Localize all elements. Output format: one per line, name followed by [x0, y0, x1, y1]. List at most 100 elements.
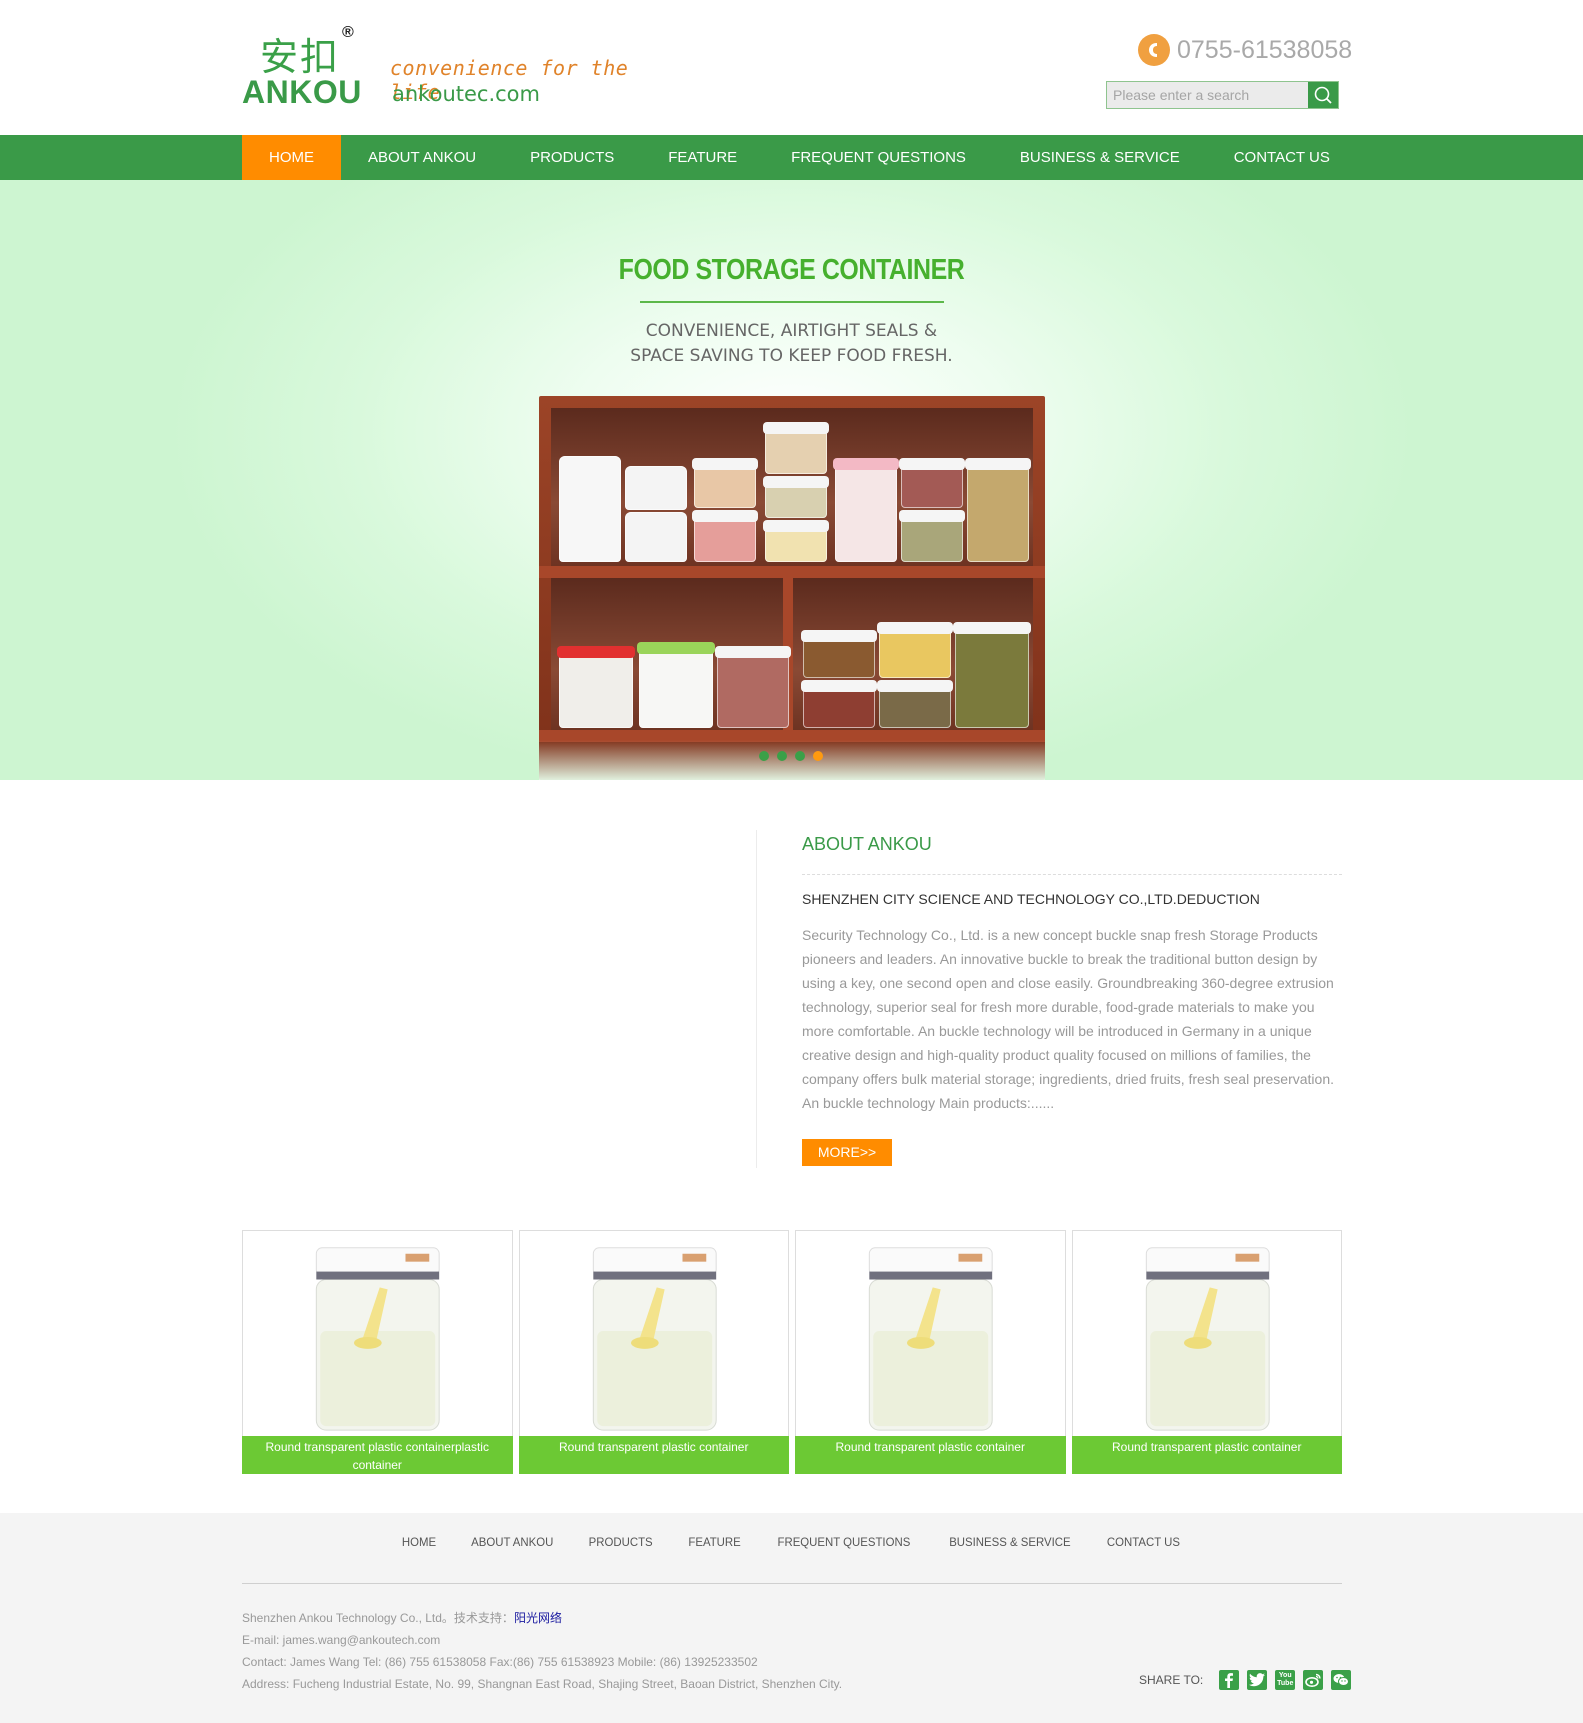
shelf-image [539, 396, 1045, 780]
tech-support-link[interactable]: 阳光网络 [514, 1611, 562, 1625]
logo[interactable]: 安扣 ® ANKOU convenience for the life anko… [242, 24, 642, 116]
footer-contact: Contact: James Wang Tel: (86) 755 615380… [242, 1655, 758, 1669]
jar-beans [715, 646, 791, 728]
nav-feature[interactable]: FEATURE [641, 135, 764, 180]
footer-divider [242, 1583, 1342, 1584]
jar-pink [833, 458, 899, 562]
jar-eggs [801, 630, 877, 678]
phone-contact: 0755-61538058 [1138, 33, 1352, 67]
jar-white [559, 456, 621, 562]
site-header: 安扣 ® ANKOU convenience for the life anko… [0, 0, 1583, 135]
product-image [1145, 1247, 1270, 1431]
footer-nav-home[interactable]: HOME [386, 1535, 451, 1549]
nav-frequent-questions[interactable]: FREQUENT QUESTIONS [764, 135, 993, 180]
about-subtitle: SHENZHEN CITY SCIENCE AND TECHNOLOGY CO.… [802, 891, 1260, 907]
facebook-icon[interactable] [1219, 1670, 1240, 1690]
footer-nav-products[interactable]: PRODUCTS [574, 1535, 668, 1549]
jar-lentils [877, 680, 953, 728]
share-label: SHARE TO: [1139, 1673, 1204, 1687]
jar-mung-beans [953, 622, 1031, 728]
jar-seeds [899, 510, 965, 562]
footer-nav: HOME ABOUT ANKOU PRODUCTS FEATURE FREQUE… [0, 1535, 1583, 1549]
product-image [592, 1247, 717, 1431]
slider-dot-2[interactable] [777, 751, 787, 761]
jar-red-lid [557, 646, 635, 728]
hero-banner[interactable]: FOOD STORAGE CONTAINER CONVENIENCE, AIRT… [0, 180, 1583, 780]
logo-english: ANKOU [242, 74, 362, 110]
jar-cornmeal [877, 622, 953, 678]
about-divider [756, 830, 757, 1168]
footer-nav-about-ankou[interactable]: ABOUT ANKOU [456, 1535, 569, 1549]
product-caption: Round transparent plastic container [518, 1436, 789, 1474]
banner-subtitle-line1: CONVENIENCE, AIRTIGHT SEALS & [645, 321, 938, 341]
phone-icon [1138, 34, 1170, 66]
phone-number: 0755-61538058 [1177, 35, 1353, 64]
jar-beans [899, 458, 965, 508]
product-card[interactable]: Round transparent plastic containerplast… [242, 1230, 513, 1474]
weibo-icon[interactable] [1303, 1670, 1324, 1690]
slider-dot-1[interactable] [759, 751, 769, 761]
jar-pasta [763, 422, 829, 474]
search-icon [1314, 86, 1332, 104]
nav-home[interactable]: HOME [242, 135, 341, 180]
footer-nav-feature[interactable]: FEATURE [673, 1535, 756, 1549]
shelf-board [539, 566, 1045, 578]
site-footer: HOME ABOUT ANKOU PRODUCTS FEATURE FREQUE… [0, 1513, 1583, 1723]
footer-nav-contact-us[interactable]: CONTACT US [1092, 1535, 1195, 1549]
search-box [1106, 81, 1339, 109]
product-caption: Round transparent plastic container [795, 1436, 1066, 1474]
product-image [868, 1247, 993, 1431]
footer-company-line: Shenzhen Ankou Technology Co., Ltd。技术支持：… [242, 1607, 842, 1629]
footer-info: Shenzhen Ankou Technology Co., Ltd。技术支持：… [242, 1607, 842, 1695]
registered-mark: ® [342, 24, 354, 41]
search-button[interactable] [1308, 82, 1338, 108]
nav-about-ankou[interactable]: ABOUT ANKOU [341, 135, 503, 180]
product-image [315, 1247, 440, 1431]
share-bar: SHARE TO: You Tube [1139, 1670, 1352, 1690]
jar-green-lid [637, 642, 715, 728]
twitter-icon[interactable] [1247, 1670, 1268, 1690]
about-title: ABOUT ANKOU [802, 834, 932, 854]
jar-mix [763, 476, 829, 518]
logo-chinese: 安扣 [260, 35, 341, 79]
search-input[interactable] [1107, 82, 1308, 108]
product-caption: Round transparent plastic containerplast… [242, 1436, 513, 1474]
banner-title: FOOD STORAGE CONTAINER [618, 254, 965, 286]
product-list: Round transparent plastic containerplast… [242, 1230, 1342, 1474]
jar-fruit [692, 510, 758, 562]
about-body: Security Technology Co., Ltd. is a new c… [802, 927, 1334, 1111]
footer-address: Address: Fucheng Industrial Estate, No. … [242, 1677, 843, 1691]
footer-email: E-mail: james.wang@ankoutech.com [242, 1633, 441, 1647]
main-nav: HOME ABOUT ANKOU PRODUCTS FEATURE FREQUE… [0, 135, 1583, 180]
nav-business-service[interactable]: BUSINESS & SERVICE [993, 135, 1207, 180]
banner-subtitle: CONVENIENCE, AIRTIGHT SEALS & SPACE SAVI… [0, 319, 1583, 369]
footer-nav-frequent-questions[interactable]: FREQUENT QUESTIONS [762, 1535, 925, 1549]
jar-candy [692, 458, 758, 508]
slider-dots [759, 751, 823, 761]
jar-grains [965, 458, 1031, 562]
banner-subtitle-line2: SPACE SAVING TO KEEP FOOD FRESH. [630, 346, 953, 366]
banner-divider [640, 301, 944, 303]
site-domain: ankoutec.com [392, 82, 540, 106]
nav-products[interactable]: PRODUCTS [503, 135, 641, 180]
product-card[interactable]: Round transparent plastic container [1071, 1230, 1342, 1474]
youtube-icon[interactable]: You Tube [1275, 1670, 1296, 1690]
about-dashed-divider [802, 874, 1342, 875]
more-button[interactable]: MORE>> [802, 1139, 892, 1166]
slider-dot-3[interactable] [795, 751, 805, 761]
wechat-icon[interactable] [1331, 1670, 1352, 1690]
jar-grain [763, 520, 829, 562]
product-card[interactable]: Round transparent plastic container [518, 1230, 789, 1474]
youtube-glyph-you: You [1278, 1672, 1292, 1679]
jar-dates [801, 680, 877, 728]
footer-company: Shenzhen Ankou Technology Co., Ltd。技术支持： [242, 1611, 514, 1625]
product-card[interactable]: Round transparent plastic container [795, 1230, 1066, 1474]
product-caption: Round transparent plastic container [1071, 1436, 1342, 1474]
jar-white [625, 512, 687, 562]
about-image-area [242, 830, 757, 1170]
about-section: ABOUT ANKOU SHENZHEN CITY SCIENCE AND TE… [802, 834, 1342, 1166]
nav-contact-us[interactable]: CONTACT US [1207, 135, 1357, 180]
youtube-glyph-tube: Tube [1277, 1680, 1294, 1687]
footer-nav-business-service[interactable]: BUSINESS & SERVICE [933, 1535, 1085, 1549]
slider-dot-4[interactable] [813, 751, 823, 761]
